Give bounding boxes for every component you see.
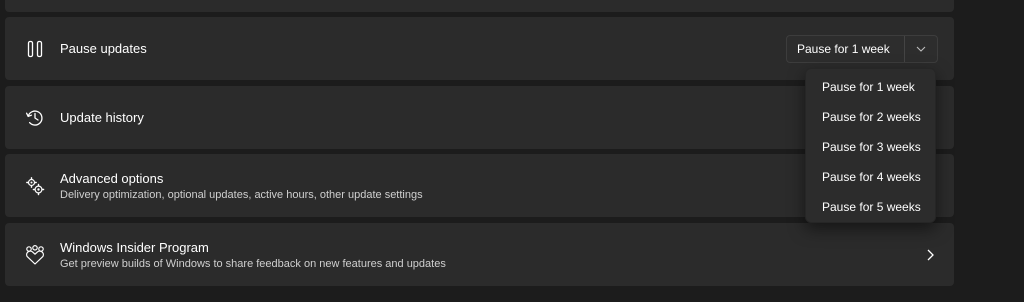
- windows-insider-description: Get preview builds of Windows to share f…: [60, 258, 446, 270]
- windows-insider-title: Windows Insider Program: [60, 240, 209, 255]
- advanced-options-title: Advanced options: [60, 171, 164, 186]
- windows-insider-card[interactable]: Windows Insider Program Get preview buil…: [5, 223, 954, 286]
- pause-icon: [22, 36, 48, 62]
- menu-item-pause-1-week[interactable]: Pause for 1 week: [809, 72, 932, 102]
- settings-page: Pause updates Pause for 1 week Update hi…: [0, 0, 1024, 302]
- pause-duration-menu: Pause for 1 week Pause for 2 weeks Pause…: [805, 68, 936, 223]
- pause-dropdown-toggle[interactable]: [905, 36, 937, 62]
- pause-duration-split-button[interactable]: Pause for 1 week: [786, 35, 938, 63]
- menu-item-pause-3-weeks[interactable]: Pause for 3 weeks: [809, 132, 932, 162]
- history-icon: [22, 105, 48, 131]
- update-history-title: Update history: [60, 109, 144, 125]
- pause-for-1-week-button[interactable]: Pause for 1 week: [787, 36, 904, 62]
- menu-item-pause-2-weeks[interactable]: Pause for 2 weeks: [809, 102, 932, 132]
- pause-updates-title: Pause updates: [60, 40, 147, 56]
- gears-icon: [22, 173, 48, 199]
- chevron-right-icon: [923, 248, 937, 262]
- insider-icon: [22, 242, 48, 268]
- chevron-down-icon: [916, 46, 926, 52]
- menu-item-pause-4-weeks[interactable]: Pause for 4 weeks: [809, 162, 932, 192]
- menu-item-pause-5-weeks[interactable]: Pause for 5 weeks: [809, 192, 932, 222]
- previous-setting-card: [5, 0, 954, 12]
- advanced-options-description: Delivery optimization, optional updates,…: [60, 189, 423, 201]
